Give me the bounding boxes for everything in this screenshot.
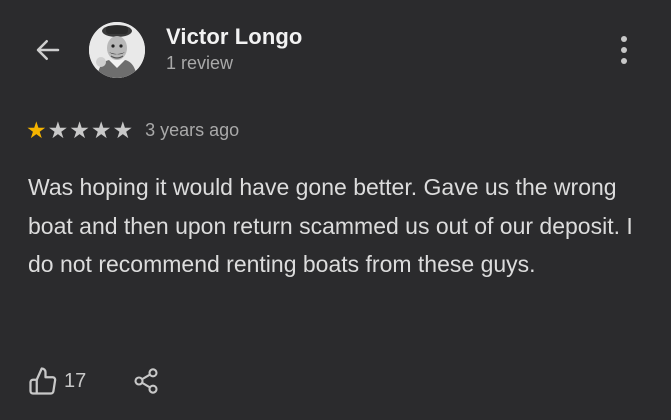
review-timestamp: 3 years ago [145, 119, 240, 140]
star-filled-icon: ★ [26, 117, 47, 143]
share-icon [134, 368, 158, 394]
avatar[interactable] [89, 22, 145, 78]
like-button[interactable]: 17 [28, 366, 86, 396]
star-rating: ★ ★ ★ ★ ★ [26, 118, 133, 142]
review-text: Was hoping it would have gone better. Ga… [28, 174, 633, 277]
more-options-button[interactable] [610, 32, 638, 68]
like-count: 17 [64, 369, 87, 392]
star-empty-icon: ★ [112, 117, 134, 143]
star-empty-icon: ★ [47, 117, 69, 143]
star-empty-icon: ★ [90, 117, 112, 143]
star-empty-icon: ★ [69, 117, 90, 143]
reviewer-name[interactable]: Victor Longo [166, 24, 302, 50]
rating-row: ★ ★ ★ ★ ★ 3 years ago [26, 118, 239, 142]
arrow-left-icon [36, 40, 60, 60]
review-actions: 17 [28, 366, 160, 396]
share-button[interactable] [132, 367, 160, 395]
back-button[interactable] [30, 32, 66, 68]
avatar-image [89, 22, 145, 78]
thumbs-up-icon [29, 367, 57, 395]
reviewer-review-count: 1 review [166, 53, 234, 73]
more-vertical-icon [621, 36, 627, 42]
